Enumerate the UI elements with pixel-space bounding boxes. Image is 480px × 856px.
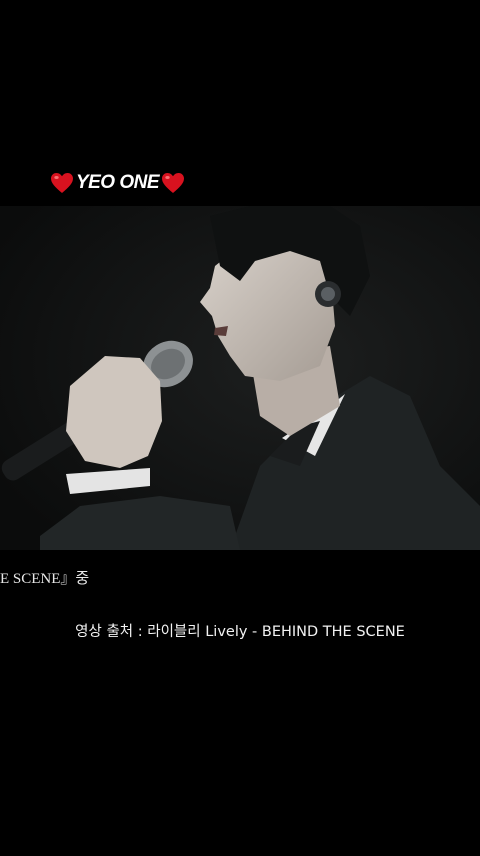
video-frame[interactable]: [0, 206, 480, 550]
page-title: YEO ONE: [75, 172, 160, 193]
video-subtitle-fragment: E SCENE』중: [0, 571, 90, 587]
heart-icon: [50, 173, 73, 193]
video-credit: 영상 출처 : 라이블리 Lively - BEHIND THE SCENE: [75, 624, 405, 640]
title-banner: YEO ONE: [0, 170, 235, 196]
singer-photo: [0, 206, 480, 550]
heart-icon: [162, 173, 185, 193]
